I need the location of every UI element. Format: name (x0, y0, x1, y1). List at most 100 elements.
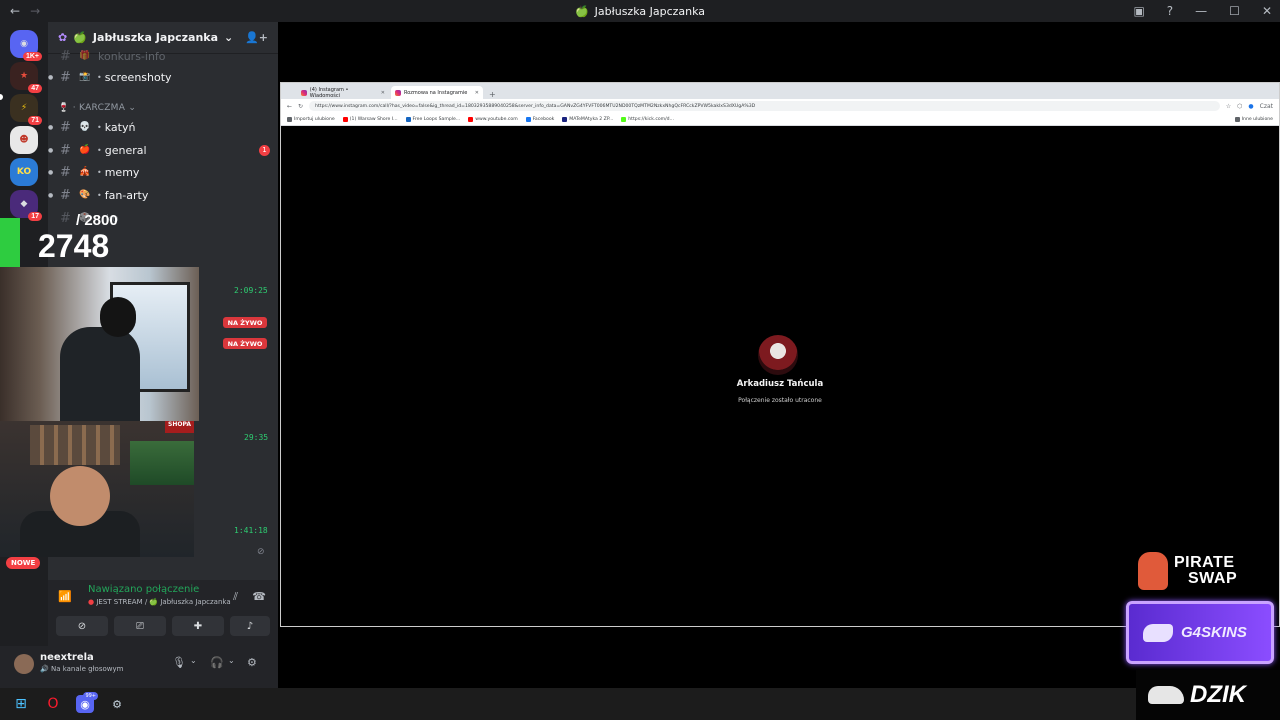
activities-button[interactable]: ✚ (172, 616, 224, 636)
channel-item-katyn[interactable]: ● # 💀 • katyń (48, 117, 270, 137)
server-icon-3[interactable]: ☻ (10, 126, 38, 154)
mic-muted-icon: ⊘ (257, 547, 265, 557)
channel-name: katyń (104, 120, 136, 134)
folder-icon (287, 116, 292, 122)
soundboard-icon: ♪ (246, 620, 254, 632)
close-tab-icon[interactable]: ✕ (381, 90, 385, 96)
call-status: Połączenie zostało utracone (738, 397, 822, 404)
discord-badge: 99+ (83, 692, 98, 700)
bookmark-item[interactable]: (1) Warsaw Shore I... (342, 116, 398, 122)
mascot-icon: ☻ (19, 135, 29, 145)
gift-icon: 🎁 (79, 51, 91, 61)
arrow-left-icon[interactable]: ← (10, 4, 20, 18)
channel-item-general[interactable]: ● # 🍎 • general 1 (48, 140, 270, 160)
address-bar[interactable]: https://www.instagram.com/call/?has_vide… (309, 101, 1220, 111)
invite-people-icon[interactable]: 👤+ (245, 31, 268, 44)
shelf-scene (30, 425, 120, 465)
bookmark-item[interactable]: Facebook (525, 116, 554, 122)
soundboard-button[interactable]: ♪ (230, 616, 270, 636)
bookmark-item[interactable]: MATeMAtyka 2 ZP... (562, 116, 613, 122)
live-badge[interactable]: NA ŻYWO (223, 338, 267, 349)
channel-name: konkurs-info (98, 49, 166, 63)
hash-icon: # (60, 69, 71, 85)
chevron-down-icon[interactable]: ⌄ (190, 656, 197, 665)
back-icon[interactable]: ← (287, 103, 292, 110)
windows-taskbar: ⊞ O ◉ 99+ ⚙ (0, 688, 1136, 720)
close-icon[interactable]: ✕ (1262, 4, 1272, 18)
voice-icon: 🔊 (40, 665, 49, 673)
screen-share-button[interactable]: ⎚ (114, 616, 166, 636)
disconnect-icon[interactable]: ☎ (252, 590, 266, 603)
noise-suppression-icon[interactable]: ⫽ (233, 590, 238, 604)
unread-pip (0, 94, 3, 100)
category-label: KARCZMA (79, 103, 126, 113)
live-badge[interactable]: NA ŻYWO (223, 317, 267, 328)
goal-total: / 2800 (76, 212, 118, 229)
bookmark-item[interactable]: Importuj ulubione (287, 116, 335, 122)
bookmark-star-icon[interactable]: ☆ (1226, 103, 1231, 110)
unread-badge: 1K+ (22, 52, 42, 61)
green-apple-icon: 🍏 (574, 4, 589, 18)
youtube-icon (342, 116, 348, 122)
settings-gear-icon[interactable]: ⚙ (247, 656, 257, 669)
reload-icon[interactable]: ↻ (298, 103, 303, 110)
unread-pip: ● (48, 191, 54, 199)
help-icon[interactable]: ? (1167, 4, 1173, 18)
server-icon-4[interactable]: KO (10, 158, 38, 186)
channel-item-screenshoty[interactable]: ● # 📸 • screenshoty (48, 67, 270, 87)
channel-name: memy (104, 165, 140, 179)
voice-panel: 📶 Nawiązano połączenie ● JEST STREAM / 🍏… (48, 580, 278, 646)
direct-messages-button[interactable]: ◉ 1K+ (10, 30, 42, 61)
wolf-icon (1143, 623, 1173, 642)
close-tab-icon[interactable]: ✕ (475, 90, 479, 96)
pirateswap-logo: PIRATE SWAP (1138, 550, 1258, 594)
pirate-skull-icon (1138, 552, 1168, 590)
category-karczma[interactable]: 🍷 · KARCZMA ⌄ (58, 103, 136, 113)
browser-tab[interactable]: (4) Instagram • Wiadomości ✕ (297, 86, 389, 99)
microphone-icon[interactable]: 🎙 (172, 656, 186, 669)
bookmark-item[interactable]: https://kick.com/d... (621, 116, 674, 122)
server-icon-2[interactable]: ⚡ 71 (10, 94, 42, 125)
unread-pip: ● (48, 73, 54, 81)
nav-buttons: ← → (0, 4, 40, 18)
activity-timer: 1:41:18 (234, 526, 268, 535)
camera-icon: 📸 (79, 72, 91, 82)
profile-icon[interactable]: ● (1248, 103, 1253, 110)
steam-icon[interactable]: ⚙ (108, 695, 126, 713)
channel-item-memy[interactable]: ● # 🎪 • memy (48, 162, 270, 182)
headphones-icon[interactable]: 🎧 (210, 656, 224, 669)
voice-status[interactable]: Nawiązano połączenie (88, 584, 199, 595)
unread-badge: 47 (28, 84, 42, 93)
diamond-icon: ◆ (20, 199, 28, 209)
user-avatar[interactable] (14, 654, 34, 674)
channel-item-partial[interactable]: # 🎁 konkurs-info (48, 46, 270, 66)
extensions-icon[interactable]: ⬡ (1237, 103, 1242, 110)
goal-bar-icon (0, 218, 20, 268)
discord-icon[interactable]: ◉ 99+ (76, 692, 98, 713)
camera-button[interactable]: ⊘ (56, 616, 108, 636)
cast-icon[interactable]: ▣ (1133, 4, 1144, 18)
other-bookmarks[interactable]: Inne ulubione (1234, 116, 1273, 122)
new-tab-icon[interactable]: + (485, 90, 496, 99)
voice-channel[interactable]: ● JEST STREAM / 🍏 Jabłuszka Japczanka (88, 598, 231, 606)
arrow-right-icon[interactable]: → (30, 4, 40, 18)
windows-start-icon[interactable]: ⊞ (12, 695, 30, 713)
opera-icon[interactable]: O (44, 695, 62, 713)
chevron-down-icon[interactable]: ⌄ (228, 656, 235, 665)
channel-item-fan-arty[interactable]: ● # 🎨 • fan-arty (48, 185, 270, 205)
minimize-icon[interactable]: — (1195, 4, 1207, 18)
bookmark-item[interactable]: Free Loops Sample... (405, 116, 460, 122)
hash-icon: # (60, 187, 71, 203)
camera-off-icon: ⊘ (77, 620, 87, 632)
server-icon-1[interactable]: ★ 47 (10, 62, 42, 93)
username[interactable]: neextrela (40, 652, 94, 663)
profile-label[interactable]: Czat (1260, 103, 1273, 110)
signal-icon[interactable]: 📶 (58, 590, 72, 603)
bookmark-item[interactable]: www.youtube.com (468, 116, 518, 122)
new-messages-badge[interactable]: NOWE (6, 557, 41, 569)
goal-count: 2748 (38, 228, 110, 264)
maximize-icon[interactable]: ☐ (1229, 4, 1240, 18)
skull-icon: 💀 (79, 122, 91, 132)
streamer-head (100, 297, 136, 337)
browser-tab-active[interactable]: Rozmowa na Instagramie ✕ (391, 86, 483, 99)
